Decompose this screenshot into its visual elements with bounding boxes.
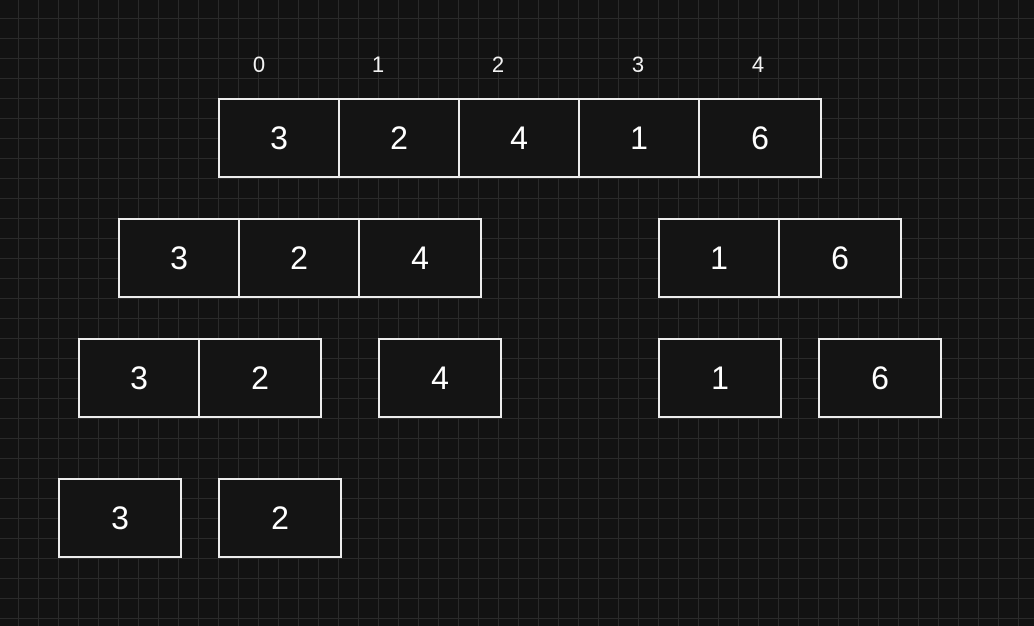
array-level-2-group-2: 1 bbox=[658, 338, 782, 418]
array-cell: 4 bbox=[431, 359, 449, 396]
index-label-0: 0 bbox=[252, 52, 266, 77]
array-level-2-group-3: 6 bbox=[818, 338, 942, 418]
array-cell: 2 bbox=[271, 499, 289, 536]
array-cell: 2 bbox=[251, 359, 269, 396]
array-cell: 1 bbox=[660, 220, 780, 296]
array-cell: 6 bbox=[831, 239, 849, 276]
index-label-1: 1 bbox=[371, 52, 385, 77]
array-cell: 2 bbox=[240, 220, 360, 296]
array-cell: 4 bbox=[460, 100, 580, 176]
array-cell: 3 bbox=[220, 100, 340, 176]
array-cell: 3 bbox=[80, 340, 200, 416]
array-level-2-group-1: 4 bbox=[378, 338, 502, 418]
array-level-1-group-1: 1 6 bbox=[658, 218, 902, 298]
index-label-2: 2 bbox=[491, 52, 505, 77]
array-level-3-group-1: 2 bbox=[218, 478, 342, 558]
array-cell: 6 bbox=[751, 119, 769, 156]
array-level-2-group-0: 3 2 bbox=[78, 338, 322, 418]
array-cell: 1 bbox=[711, 359, 729, 396]
array-level-3-group-0: 3 bbox=[58, 478, 182, 558]
array-cell: 3 bbox=[111, 499, 129, 536]
array-cell: 4 bbox=[411, 239, 429, 276]
index-label-4: 4 bbox=[751, 52, 765, 77]
array-cell: 6 bbox=[871, 359, 889, 396]
array-cell: 1 bbox=[580, 100, 700, 176]
array-cell: 3 bbox=[120, 220, 240, 296]
array-level-0-group-0: 3 2 4 1 6 bbox=[218, 98, 822, 178]
array-cell: 2 bbox=[340, 100, 460, 176]
merge-sort-diagram: 0 1 2 3 4 3 2 4 1 6 3 2 4 1 6 3 2 4 1 6 … bbox=[0, 0, 1034, 626]
index-label-3: 3 bbox=[631, 52, 645, 77]
array-level-1-group-0: 3 2 4 bbox=[118, 218, 482, 298]
